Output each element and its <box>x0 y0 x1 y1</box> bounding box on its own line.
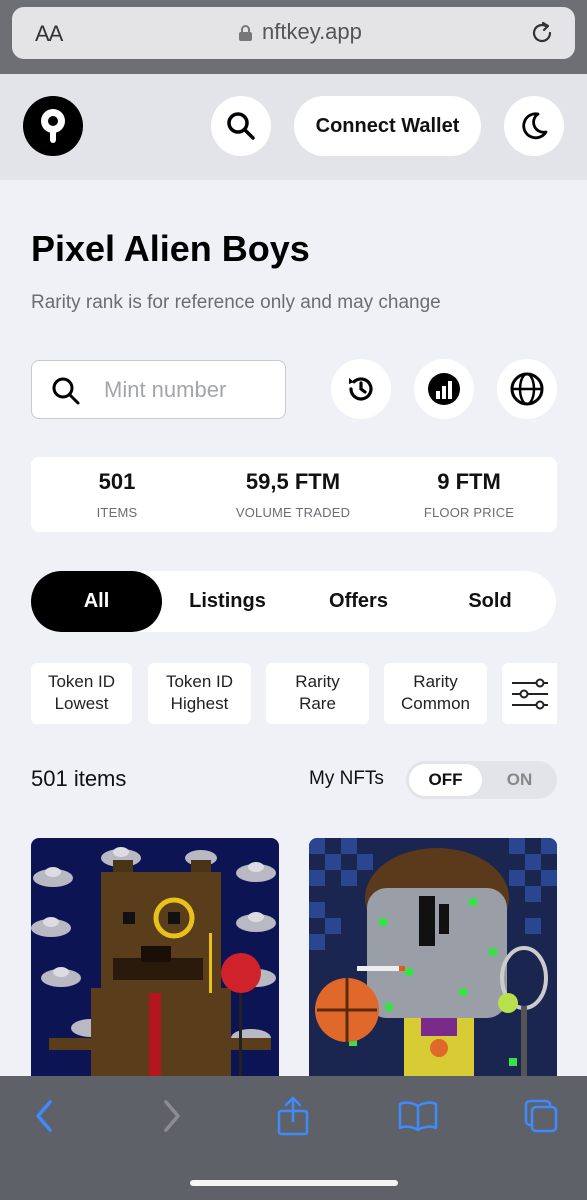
nft-image <box>309 838 557 1078</box>
home-indicator <box>190 1180 398 1186</box>
stat-floor-price: 9 FTM FLOOR PRICE <box>383 469 555 520</box>
stat-value: 59,5 FTM <box>245 469 341 494</box>
stat-label: ITEMS <box>96 505 138 520</box>
address-bar[interactable]: AA nftkey.app <box>12 7 575 59</box>
filters-button[interactable] <box>502 663 557 724</box>
stat-label: VOLUME TRADED <box>235 505 351 520</box>
stat-items: 501 ITEMS <box>31 469 203 520</box>
sort-rarity-common[interactable]: Rarity Common <box>384 663 487 724</box>
sort-token-id-lowest[interactable]: Token ID Lowest <box>31 663 132 724</box>
lock-icon <box>239 25 252 41</box>
browser-top-bar: AA nftkey.app <box>0 0 587 74</box>
sort-label-line2: Highest <box>170 694 229 713</box>
nft-card[interactable] <box>31 838 279 1078</box>
mint-number-search[interactable] <box>31 360 286 419</box>
nft-card[interactable] <box>309 838 557 1078</box>
tabs-icon[interactable] <box>523 1096 559 1136</box>
connect-wallet-button[interactable]: Connect Wallet <box>294 96 481 156</box>
collection-stats: 501 ITEMS 59,5 FTM VOLUME TRADED 9 FTM F… <box>31 457 557 532</box>
url-text[interactable]: nftkey.app <box>262 19 362 45</box>
listing-tabs: All Listings Offers Sold <box>31 571 556 632</box>
share-icon[interactable] <box>276 1096 310 1136</box>
sort-rarity-rare[interactable]: Rarity Rare <box>266 663 369 724</box>
collection-subtitle: Rarity rank is for reference only and ma… <box>31 292 441 313</box>
tab-sold[interactable]: Sold <box>424 571 556 632</box>
mint-number-input[interactable] <box>104 371 274 409</box>
chart-icon <box>428 373 460 405</box>
reload-icon[interactable] <box>529 20 555 46</box>
moon-icon <box>522 112 548 140</box>
activity-history-button[interactable] <box>331 359 391 419</box>
stat-value: 9 FTM <box>437 469 501 494</box>
sort-label-line2: Rare <box>299 694 336 713</box>
globe-icon <box>510 372 544 406</box>
sort-label-line1: Token ID <box>165 672 234 691</box>
forward-icon[interactable] <box>158 1096 186 1136</box>
nftkey-logo[interactable] <box>23 96 83 156</box>
my-nfts-label: My NFTs <box>309 768 384 789</box>
tab-listings[interactable]: Listings <box>162 571 293 632</box>
my-nfts-toggle[interactable]: OFF ON <box>406 761 557 799</box>
site-header: Connect Wallet <box>0 74 587 180</box>
history-icon <box>349 377 373 401</box>
header-search-button[interactable] <box>211 96 271 156</box>
toggle-on-option[interactable]: ON <box>485 764 554 796</box>
keyhole-icon <box>41 109 65 143</box>
sort-token-id-highest[interactable]: Token ID Highest <box>148 663 251 724</box>
website-link-button[interactable] <box>497 359 557 419</box>
collection-stats-button[interactable] <box>414 359 474 419</box>
search-icon <box>227 112 255 140</box>
sort-label-line1: Rarity <box>413 672 458 691</box>
tab-offers[interactable]: Offers <box>293 571 424 632</box>
stat-volume: 59,5 FTM VOLUME TRADED <box>203 469 383 520</box>
nft-image <box>31 838 279 1078</box>
sort-label-line1: Rarity <box>295 672 340 691</box>
bookmarks-icon[interactable] <box>398 1096 438 1136</box>
text-size-button[interactable]: AA <box>35 21 63 47</box>
stat-label: FLOOR PRICE <box>423 505 515 520</box>
back-icon[interactable] <box>30 1096 58 1136</box>
sort-label-line2: Lowest <box>54 694 109 713</box>
toggle-off-option[interactable]: OFF <box>409 764 482 796</box>
tab-all[interactable]: All <box>31 571 162 632</box>
search-icon <box>52 377 80 405</box>
sort-label-line2: Common <box>401 694 470 713</box>
sliders-icon <box>511 678 548 709</box>
collection-title: Pixel Alien Boys <box>31 228 310 269</box>
items-count: 501 items <box>31 766 127 791</box>
sort-label-line1: Token ID <box>47 672 116 691</box>
stat-value: 501 <box>98 469 136 494</box>
theme-toggle-button[interactable] <box>504 96 564 156</box>
